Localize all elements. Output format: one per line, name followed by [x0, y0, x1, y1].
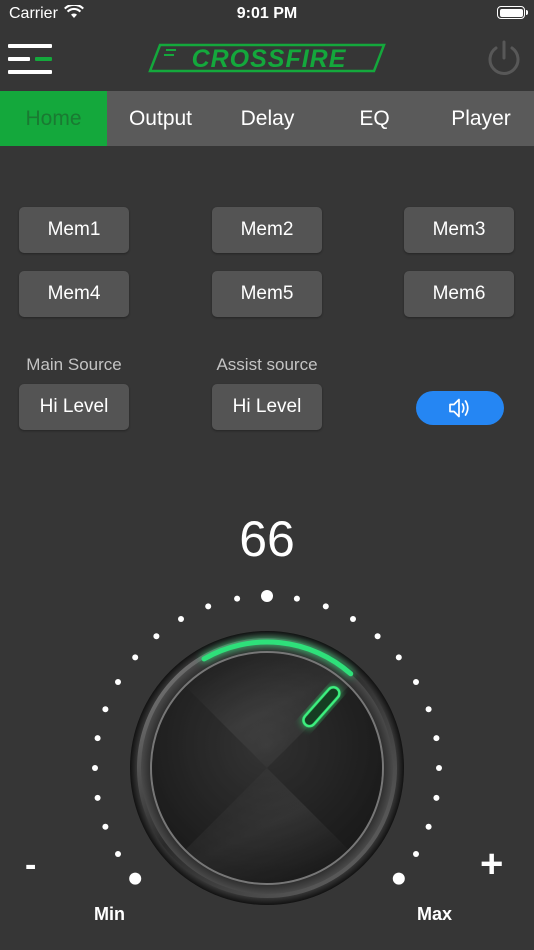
main-source-label: Main Source: [26, 355, 122, 374]
scale-dot: [205, 603, 212, 610]
scale-dot: [413, 679, 419, 685]
volume-down-button[interactable]: -: [25, 846, 36, 885]
mem4-button[interactable]: Mem4: [19, 271, 129, 317]
scale-dot: [153, 633, 160, 640]
scale-dot: [132, 654, 139, 661]
scale-dot: [94, 735, 101, 742]
assist-source-label: Assist source: [216, 355, 318, 374]
tab-bar: Home Output Delay EQ Player: [0, 91, 534, 146]
crossfire-logo: CROSSFIRE: [148, 43, 386, 73]
mute-button[interactable]: [416, 391, 504, 425]
mem6-button[interactable]: Mem6: [404, 271, 514, 317]
scale-dot: [129, 872, 142, 885]
tab-output[interactable]: Output: [107, 91, 214, 146]
scale-dot: [350, 616, 356, 622]
status-bar: Carrier 9:01 PM: [0, 0, 534, 28]
scale-dot: [433, 735, 440, 742]
menu-icon[interactable]: [8, 42, 54, 76]
scale-dot: [293, 595, 300, 602]
tab-player[interactable]: Player: [428, 91, 534, 146]
scale-dot: [261, 590, 273, 602]
max-label: Max: [417, 904, 453, 924]
scale-dot: [425, 823, 432, 830]
scale-dot: [115, 679, 121, 685]
scale-dot: [395, 654, 402, 661]
logo-text: CROSSFIRE: [192, 45, 347, 73]
scale-dot: [322, 603, 329, 610]
volume-value: 66: [239, 511, 295, 567]
tab-eq[interactable]: EQ: [321, 91, 428, 146]
scale-dot: [413, 851, 419, 857]
volume-up-button[interactable]: +: [480, 842, 503, 887]
knob-brushed-texture: [152, 653, 382, 883]
speaker-icon: [449, 398, 469, 418]
scale-dot: [436, 765, 442, 771]
power-icon[interactable]: [484, 38, 524, 78]
scale-dot: [433, 794, 440, 801]
main-source-button[interactable]: Hi Level: [19, 384, 129, 430]
scale-dot: [102, 823, 109, 830]
assist-source-button[interactable]: Hi Level: [212, 384, 322, 430]
tab-home[interactable]: Home: [0, 91, 107, 146]
scale-dot: [92, 765, 98, 771]
scale-dot: [234, 595, 241, 602]
scale-dot: [392, 872, 405, 885]
tab-delay[interactable]: Delay: [214, 91, 321, 146]
scale-dot: [102, 706, 109, 713]
volume-knob-area[interactable]: [0, 590, 534, 930]
scale-dot: [178, 616, 184, 622]
scale-dot: [374, 633, 381, 640]
clock: 9:01 PM: [236, 5, 298, 22]
scale-dot: [425, 706, 432, 713]
mem3-button[interactable]: Mem3: [404, 207, 514, 253]
battery-icon: [497, 6, 528, 19]
min-label: Min: [94, 904, 125, 924]
mem5-button[interactable]: Mem5: [212, 271, 322, 317]
scale-dot: [94, 794, 101, 801]
scale-dot: [115, 851, 121, 857]
mem1-button[interactable]: Mem1: [19, 207, 129, 253]
mem2-button[interactable]: Mem2: [212, 207, 322, 253]
